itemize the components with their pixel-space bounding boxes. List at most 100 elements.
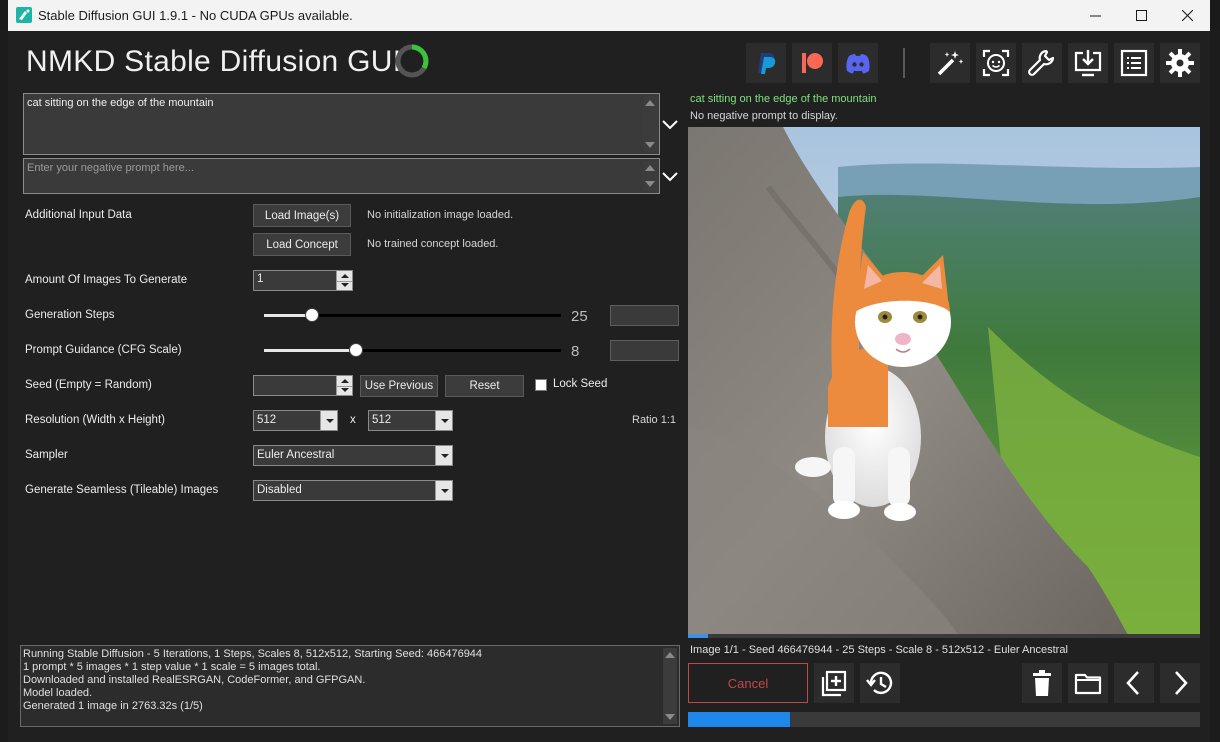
negative-prompt-input[interactable]: Enter your negative prompt here... [23, 158, 660, 194]
settings-gear-icon [1166, 49, 1194, 77]
magic-wand-icon [937, 51, 964, 76]
lock-seed-label: Lock Seed [553, 378, 608, 390]
prompt-scrollbar[interactable] [643, 96, 657, 152]
add-to-queue-button[interactable] [814, 663, 854, 703]
chevron-down-icon[interactable] [320, 411, 337, 430]
maximize-icon [1135, 10, 1147, 21]
paypal-button[interactable] [746, 43, 786, 83]
trash-icon [1033, 670, 1051, 696]
log-scrollbar[interactable] [663, 648, 677, 724]
aspect-ratio-label: Ratio 1:1 [632, 414, 677, 426]
wrench-icon [1028, 49, 1055, 76]
prompt-text: cat sitting on the edge of the mountain [27, 97, 214, 109]
preview-negative-prompt: No negative prompt to display. [690, 110, 838, 122]
log-line: Generated 1 image in 2763.32s (1/5) [23, 700, 203, 712]
chevron-right-icon [1175, 671, 1188, 695]
lock-seed-checkbox[interactable] [535, 379, 547, 391]
cfg-slider-thumb[interactable] [349, 343, 364, 357]
log-line: Downloaded and installed RealESRGAN, Cod… [23, 674, 366, 686]
previous-image-button[interactable] [1114, 663, 1154, 703]
width-select[interactable]: 512 [253, 410, 338, 431]
logs-button[interactable] [1114, 43, 1154, 83]
seamless-select[interactable]: Disabled [253, 480, 453, 501]
app-window: Stable Diffusion GUI 1.9.1 - No CUDA GPU… [8, 0, 1210, 742]
close-icon [1181, 10, 1193, 21]
load-concept-button[interactable]: Load Concept [253, 233, 351, 256]
cfg-slider[interactable] [264, 343, 561, 357]
desktop-background-left [0, 30, 8, 742]
height-value: 512 [372, 414, 392, 426]
log-line: Model loaded. [23, 687, 93, 699]
amount-value: 1 [257, 273, 264, 285]
next-image-button[interactable] [1160, 663, 1200, 703]
reset-seed-button[interactable]: Reset [445, 375, 524, 397]
chevron-down-icon[interactable] [435, 411, 452, 430]
logs-icon [1120, 49, 1148, 77]
tools-button[interactable] [1022, 43, 1062, 83]
close-button[interactable] [1164, 0, 1210, 31]
desktop-background-right [1210, 30, 1220, 742]
seamless-label: Generate Seamless (Tileable) Images [25, 484, 219, 496]
width-value: 512 [257, 414, 277, 426]
log-output[interactable]: Running Stable Diffusion - 5 Iterations,… [20, 645, 680, 727]
discord-button[interactable] [838, 43, 878, 83]
amount-stepper[interactable]: 1 [253, 270, 353, 291]
seamless-value: Disabled [257, 484, 302, 496]
height-select[interactable]: 512 [368, 410, 453, 431]
cancel-button[interactable]: Cancel [688, 663, 808, 703]
app-title: NMKD Stable Diffusion GUI [26, 45, 402, 78]
generated-image-preview[interactable] [688, 127, 1200, 635]
steps-slider[interactable] [264, 308, 561, 322]
amount-spin-buttons[interactable] [336, 271, 352, 290]
init-image-status: No initialization image loaded. [367, 209, 514, 221]
sampler-value: Euler Ancestral [257, 449, 335, 461]
steps-value: 25 [571, 308, 588, 325]
steps-custom-input[interactable] [610, 305, 679, 326]
patreon-button[interactable] [792, 43, 832, 83]
negative-prompt-placeholder: Enter your negative prompt here... [27, 162, 194, 174]
step-progress-fill [688, 634, 709, 638]
history-icon [866, 671, 893, 695]
chevron-down-icon[interactable] [660, 114, 680, 134]
load-images-button[interactable]: Load Image(s) [253, 204, 351, 227]
resolution-separator: x [350, 414, 356, 426]
seed-spin-buttons[interactable] [336, 376, 352, 395]
prompt-input[interactable]: cat sitting on the edge of the mountain [23, 93, 660, 155]
installer-button[interactable] [1068, 43, 1108, 83]
cfg-value: 8 [571, 343, 580, 360]
enhance-image-button[interactable] [930, 43, 970, 83]
negative-prompt-scrollbar[interactable] [643, 161, 657, 191]
log-line: 1 prompt * 5 images * 1 step value * 1 s… [23, 661, 321, 673]
install-icon [1074, 50, 1102, 77]
seed-input[interactable] [253, 375, 353, 396]
open-folder-button[interactable] [1068, 663, 1108, 703]
log-line: Running Stable Diffusion - 5 Iterations,… [23, 648, 483, 660]
image-info: Image 1/1 - Seed 466476944 - 25 Steps - … [690, 644, 1068, 656]
folder-icon [1074, 673, 1102, 695]
minimize-button[interactable] [1072, 0, 1118, 31]
concept-status: No trained concept loaded. [367, 238, 499, 250]
delete-image-button[interactable] [1022, 663, 1062, 703]
cfg-custom-input[interactable] [610, 340, 679, 361]
chevron-left-icon [1126, 671, 1139, 695]
chevron-down-icon[interactable] [435, 481, 452, 500]
steps-slider-thumb[interactable] [304, 308, 319, 322]
sampler-select[interactable]: Euler Ancestral [253, 445, 453, 466]
paypal-icon [758, 53, 776, 74]
use-previous-seed-button[interactable]: Use Previous [360, 375, 438, 397]
sampler-label: Sampler [25, 449, 68, 461]
title-bar[interactable]: Stable Diffusion GUI 1.9.1 - No CUDA GPU… [8, 0, 1210, 31]
resolution-label: Resolution (Width x Height) [25, 414, 165, 426]
chevron-down-icon[interactable] [435, 446, 452, 465]
face-restoration-button[interactable] [976, 43, 1016, 83]
steps-label: Generation Steps [25, 309, 115, 321]
patreon-icon [802, 53, 823, 73]
header-separator [903, 48, 905, 78]
history-button[interactable] [860, 663, 900, 703]
generation-progress-bar [688, 712, 1200, 727]
app-icon [16, 7, 32, 23]
chevron-down-icon[interactable] [660, 166, 680, 186]
loading-spinner-icon [395, 44, 429, 78]
settings-button[interactable] [1160, 43, 1200, 83]
maximize-button[interactable] [1118, 0, 1164, 31]
